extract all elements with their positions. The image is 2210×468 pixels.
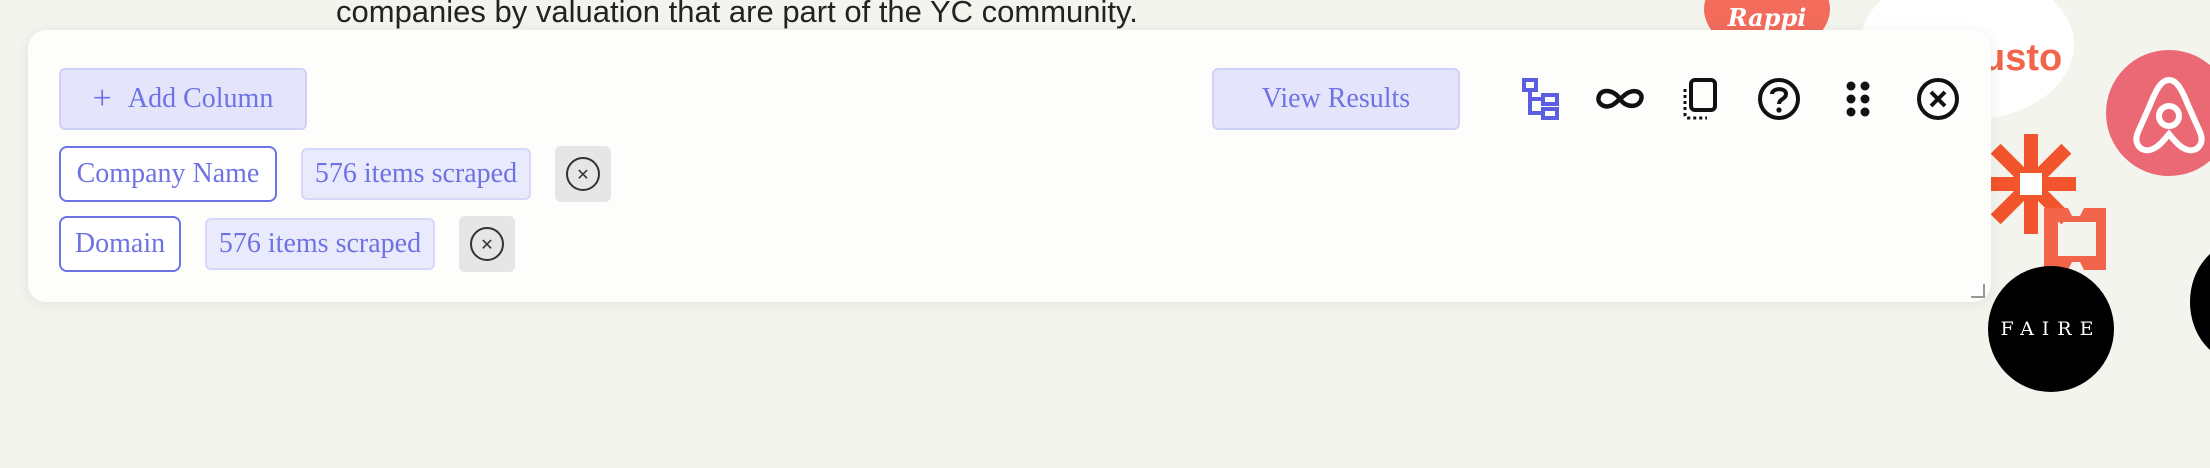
add-column-label: Add Column bbox=[127, 83, 274, 114]
items-scraped-label: 576 items scraped bbox=[314, 158, 518, 189]
tree-icon[interactable] bbox=[1512, 70, 1570, 128]
scraper-panel: + Add Column View Results Company Name 5… bbox=[28, 30, 1991, 302]
background-intro-text: companies by valuation that are part of … bbox=[336, 0, 1138, 29]
faire-logo-text: FAIRE bbox=[2000, 318, 2102, 340]
faire-logo: FAIRE bbox=[1988, 266, 2114, 392]
airbnb-logo bbox=[2106, 50, 2210, 176]
column-name-label: Domain bbox=[74, 228, 166, 259]
brex-logo bbox=[2040, 204, 2110, 274]
remove-column-button[interactable]: ✕ bbox=[459, 216, 515, 272]
column-name-domain[interactable]: Domain bbox=[59, 216, 181, 272]
items-scraped-label: 576 items scraped bbox=[218, 228, 422, 259]
close-icon[interactable] bbox=[1909, 70, 1967, 128]
rappi-logo-text: Rappi bbox=[1727, 3, 1807, 32]
airbnb-mark-icon bbox=[2133, 76, 2205, 154]
infinity-icon[interactable] bbox=[1591, 70, 1649, 128]
column-name-company[interactable]: Company Name bbox=[59, 146, 277, 202]
items-scraped-badge: 576 items scraped bbox=[301, 148, 531, 200]
close-circle-icon: ✕ bbox=[470, 227, 504, 261]
copy-page-icon[interactable] bbox=[1670, 70, 1728, 128]
plus-icon: + bbox=[92, 80, 112, 117]
resize-handle[interactable] bbox=[1971, 284, 1985, 298]
items-scraped-badge: 576 items scraped bbox=[205, 218, 435, 270]
remove-column-button[interactable]: ✕ bbox=[555, 146, 611, 202]
close-circle-icon: ✕ bbox=[566, 157, 600, 191]
drag-handle-icon[interactable] bbox=[1829, 70, 1887, 128]
black-company-logo bbox=[2190, 242, 2210, 362]
gusto-logo-text: usto bbox=[1982, 37, 2063, 79]
view-results-label: View Results bbox=[1261, 83, 1411, 114]
brex-mark-icon bbox=[2044, 208, 2106, 270]
column-name-label: Company Name bbox=[76, 158, 260, 189]
view-results-button[interactable]: View Results bbox=[1212, 68, 1460, 130]
help-icon[interactable] bbox=[1750, 70, 1808, 128]
add-column-button[interactable]: + Add Column bbox=[59, 68, 307, 130]
